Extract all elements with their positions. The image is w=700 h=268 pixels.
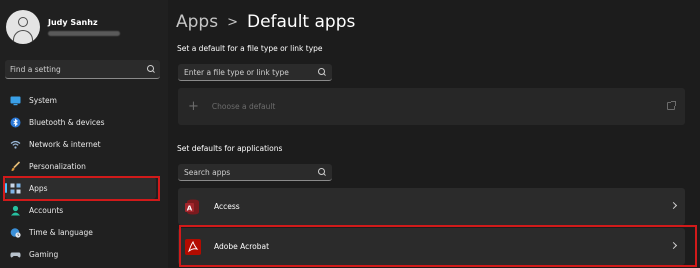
acrobat-highlight-box <box>179 225 697 267</box>
choose-default-row[interactable]: + Choose a default <box>178 88 685 125</box>
app-row-access[interactable]: A Access <box>178 188 685 225</box>
filetype-search-box[interactable] <box>178 64 332 81</box>
user-email-blurred <box>48 31 120 36</box>
sidebar-item-bluetooth[interactable]: Bluetooth & devices <box>0 111 168 133</box>
sidebar-item-system[interactable]: System <box>0 89 168 111</box>
search-icon[interactable] <box>147 65 155 73</box>
choose-default-label: Choose a default <box>211 102 276 111</box>
person-icon <box>10 205 21 216</box>
sidebar-item-gaming[interactable]: Gaming <box>0 243 168 265</box>
settings-search-input[interactable] <box>10 64 147 74</box>
breadcrumb: Apps > Default apps <box>176 12 355 32</box>
apps-search-input[interactable] <box>184 167 318 177</box>
filetype-search-input[interactable] <box>184 67 318 77</box>
sidebar: Judy Sanhz System Bluetooth & devices Ne… <box>0 0 168 268</box>
globe-clock-icon <box>10 227 21 238</box>
avatar[interactable] <box>6 10 40 44</box>
settings-search-box[interactable] <box>5 60 160 79</box>
open-external-icon <box>667 101 676 110</box>
monitor-icon <box>10 95 21 106</box>
sidebar-item-label: System <box>29 95 57 105</box>
main-content: Apps > Default apps Set a default for a … <box>168 0 700 268</box>
sidebar-item-label: Bluetooth & devices <box>29 117 105 127</box>
wifi-icon <box>10 139 21 150</box>
sidebar-item-personalization[interactable]: Personalization <box>0 155 168 177</box>
sidebar-item-label: Gaming <box>29 249 59 259</box>
page-title: Default apps <box>246 12 356 32</box>
app-name: Access <box>214 202 240 211</box>
bluetooth-icon <box>10 117 21 128</box>
chevron-right-icon <box>669 201 678 210</box>
breadcrumb-apps-link[interactable]: Apps <box>176 12 218 32</box>
filetype-section-title: Set a default for a file type or link ty… <box>177 44 323 53</box>
svg-text:A: A <box>186 204 192 212</box>
apps-section-title: Set defaults for applications <box>177 144 283 153</box>
controller-icon <box>10 249 21 260</box>
user-profile[interactable]: Judy Sanhz <box>6 10 120 44</box>
user-name: Judy Sanhz <box>48 18 98 27</box>
search-icon[interactable] <box>318 68 326 76</box>
brush-icon <box>10 160 21 172</box>
sidebar-item-label: Accounts <box>29 205 64 215</box>
apps-search-box[interactable] <box>178 164 332 181</box>
sidebar-item-label: Time & language <box>29 227 93 237</box>
sidebar-item-accounts[interactable]: Accounts <box>0 199 168 221</box>
apps-highlight-box <box>3 176 160 201</box>
sidebar-item-label: Network & internet <box>29 139 101 149</box>
sidebar-item-time-language[interactable]: Time & language <box>0 221 168 243</box>
chevron-right-icon: > <box>227 14 238 30</box>
search-icon[interactable] <box>318 168 326 176</box>
sidebar-item-label: Personalization <box>29 161 86 171</box>
plus-icon: + <box>188 99 199 114</box>
sidebar-item-network[interactable]: Network & internet <box>0 133 168 155</box>
access-icon: A <box>183 197 202 216</box>
